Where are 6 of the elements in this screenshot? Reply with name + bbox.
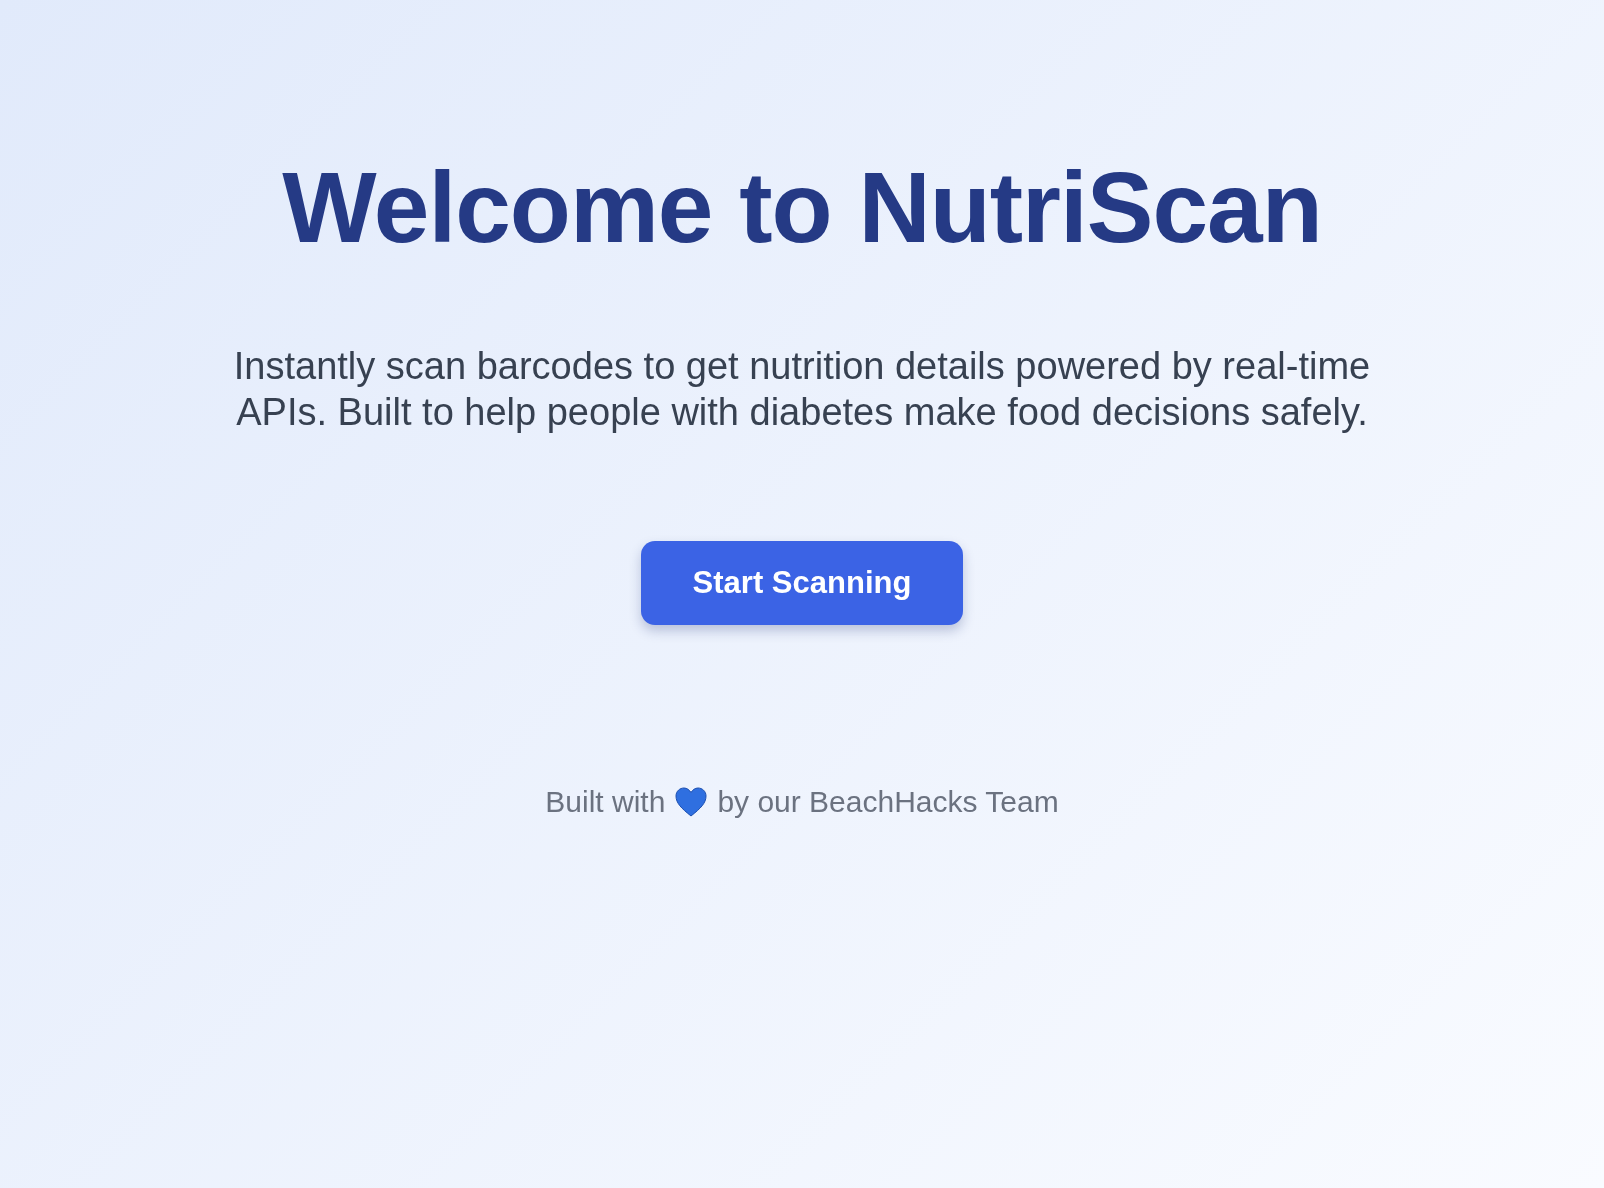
start-scanning-button[interactable]: Start Scanning bbox=[641, 541, 963, 625]
footer-text: by our BeachHacks Team bbox=[717, 785, 1059, 819]
heart-icon bbox=[675, 787, 708, 817]
footer-text: Built with bbox=[545, 785, 666, 819]
description-text: Instantly scan barcodes to get nutrition details powered by real-time APIs. Built to help people with diabetes make food decisions safely. bbox=[232, 344, 1372, 435]
page-title: Welcome to NutriScan bbox=[282, 150, 1322, 265]
